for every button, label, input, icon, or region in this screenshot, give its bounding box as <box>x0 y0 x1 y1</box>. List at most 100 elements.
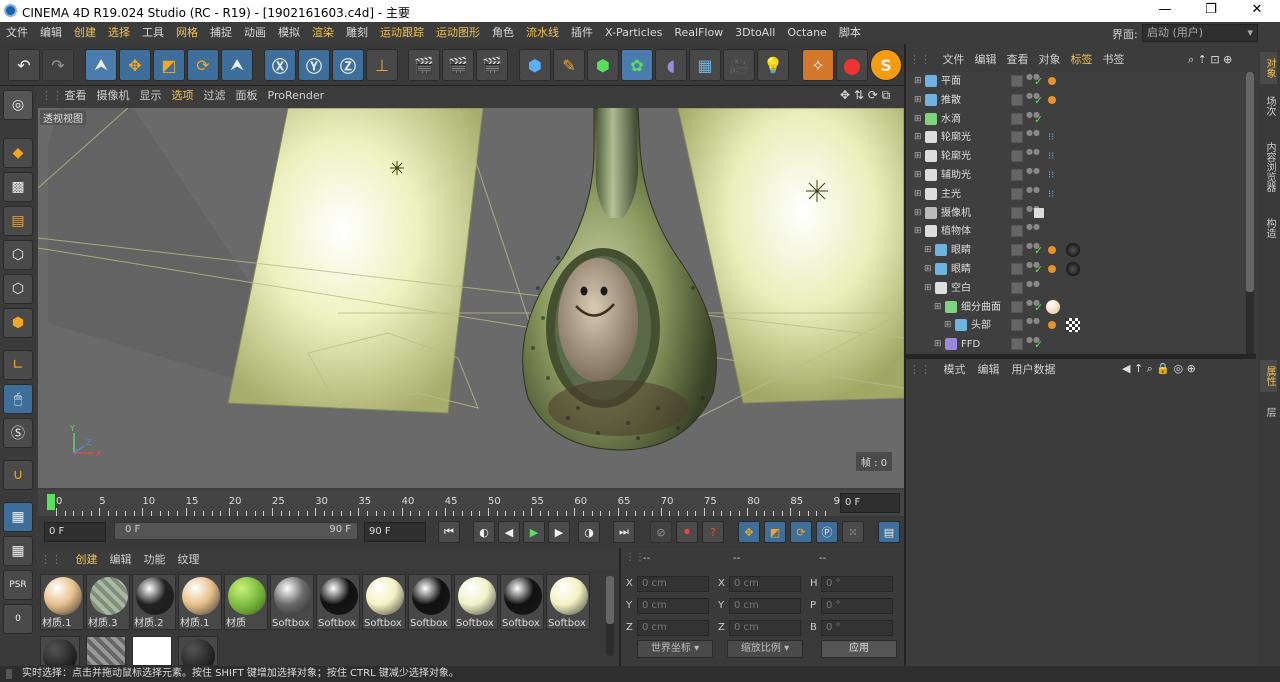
realflow-button[interactable]: ⬤ <box>836 49 868 81</box>
viewport-nav-icons[interactable]: ✥ ⇅ ⟳ ⧉ <box>840 88 890 103</box>
layer-swatch[interactable] <box>1011 131 1023 144</box>
object-row[interactable]: ⊞ 水滴 ●● ✓ <box>906 110 1246 129</box>
material-swatch[interactable]: Softbox <box>546 574 590 630</box>
material-swatch[interactable]: Softbox <box>454 574 498 630</box>
go-to-end-button[interactable]: ⏭ <box>613 521 635 543</box>
material-swatch[interactable]: 材质.3 <box>86 574 130 630</box>
tag-icon[interactable] <box>1048 95 1056 104</box>
material-menu-item[interactable]: 功能 <box>138 550 172 570</box>
material-swatch-row2-3[interactable] <box>132 636 172 666</box>
menu-item[interactable]: 网格 <box>170 22 204 44</box>
menu-item[interactable]: 捕捉 <box>204 22 238 44</box>
object-row[interactable]: ⊞ 摄像机 ●● <box>906 204 1246 223</box>
tag-icon[interactable] <box>1048 246 1056 255</box>
xparticles-button[interactable]: ✧ <box>802 49 834 81</box>
light-tag-icon[interactable]: ⁝⁝ <box>1048 128 1054 147</box>
parameter-key-button[interactable]: Ⓟ <box>816 521 838 543</box>
next-frame-button[interactable]: ▶ <box>548 521 570 543</box>
material-swatch[interactable]: 材质.1 <box>178 574 222 630</box>
object-row[interactable]: ⊞ 头部 ●● <box>906 316 1246 335</box>
right-tab[interactable]: 内容浏览器 <box>1260 128 1277 206</box>
enabled-check-icon[interactable]: ✓ <box>1034 72 1043 91</box>
expand-icon[interactable]: ⊞ <box>924 241 932 260</box>
object-menu-item[interactable]: 查看 <box>1002 50 1034 70</box>
octane-s-button[interactable]: S <box>870 49 902 81</box>
workplane-lock-button[interactable]: ▦ <box>3 502 33 532</box>
visibility-dots[interactable]: ●● <box>1026 317 1040 325</box>
viewport-menu-item[interactable]: 过滤 <box>199 86 231 106</box>
menu-item[interactable]: 文件 <box>0 22 34 44</box>
start-frame-field[interactable]: 0 F <box>44 522 106 542</box>
expand-icon[interactable]: ⊞ <box>914 185 922 204</box>
minimize-button[interactable]: — <box>1142 0 1188 22</box>
object-list-scrollbar[interactable] <box>1246 72 1254 354</box>
enabled-check-icon[interactable]: ✓ <box>1034 110 1043 129</box>
layer-swatch[interactable] <box>1011 244 1023 257</box>
layout-dropdown[interactable]: 启动 (用户) ▾ <box>1142 24 1258 42</box>
visibility-dots[interactable]: ●● <box>1026 298 1040 307</box>
layer-swatch[interactable] <box>1011 187 1023 200</box>
material-swatch[interactable]: 材质.1 <box>40 574 84 630</box>
right-tab[interactable]: 对象 <box>1260 52 1277 84</box>
camera-button[interactable]: 🎥 <box>723 49 755 81</box>
pen-button[interactable]: ✎ <box>553 49 585 81</box>
visibility-dots[interactable]: ●● <box>1026 279 1040 288</box>
rotation-key-button[interactable]: ⟳ <box>790 521 812 543</box>
enabled-check-icon[interactable]: ✓ <box>1034 241 1043 260</box>
visibility-dots[interactable]: ●● <box>1026 185 1040 194</box>
object-row[interactable]: ⊞ 轮廓光 ●● ⁝⁝ <box>906 128 1246 147</box>
visibility-dots[interactable]: ●● <box>1026 223 1040 231</box>
object-menu-item[interactable]: 对象 <box>1034 50 1066 70</box>
object-manager-tools[interactable]: ⌕ ⇡ ⊡ ⊕ <box>1188 53 1232 67</box>
psr-button[interactable]: PSR <box>3 570 33 600</box>
rotation-field[interactable]: 0 ° <box>821 620 893 636</box>
enabled-check-icon[interactable]: ✓ <box>1034 298 1043 317</box>
object-menu-item[interactable]: 书签 <box>1098 50 1130 70</box>
layer-swatch[interactable] <box>1011 263 1023 275</box>
expand-icon[interactable]: ⊞ <box>914 91 922 110</box>
cloner-button[interactable]: ✿ <box>621 49 653 81</box>
position-key-button[interactable]: ✥ <box>738 521 760 543</box>
object-row[interactable]: ⊞ 植物体 ●● <box>906 222 1246 241</box>
menu-item[interactable]: RealFlow <box>668 22 729 44</box>
attribute-menu-item[interactable]: 模式 <box>938 360 972 380</box>
record-keys-button[interactable]: ⊘ <box>650 521 672 543</box>
layer-swatch[interactable] <box>1011 169 1023 181</box>
object-menu-item[interactable]: 编辑 <box>970 50 1002 70</box>
menu-item[interactable]: 工具 <box>136 22 170 44</box>
rotation-field[interactable]: 0 ° <box>821 598 893 614</box>
previous-frame-button[interactable]: ◀ <box>498 521 520 543</box>
expand-icon[interactable]: ⊞ <box>914 222 922 241</box>
previous-key-button[interactable]: ◐ <box>473 521 495 543</box>
material-swatch[interactable]: Softbox <box>362 574 406 630</box>
polygons-mode-button[interactable]: ⬢ <box>3 308 33 338</box>
expand-icon[interactable]: ⊞ <box>934 298 942 317</box>
expand-icon[interactable]: ⊞ <box>914 128 922 147</box>
visibility-dots[interactable]: ●● <box>1026 73 1040 81</box>
right-tab[interactable]: 构造 <box>1260 210 1277 246</box>
layer-swatch[interactable] <box>1011 319 1023 332</box>
rotate-tool-button[interactable]: ⟳ <box>187 49 219 81</box>
timeline-window-button[interactable]: ▤ <box>878 521 900 543</box>
size-field[interactable]: 0 cm <box>729 576 801 592</box>
magnet-button[interactable]: ∪ <box>3 460 33 490</box>
render-settings-button[interactable]: 🎬 <box>476 49 508 81</box>
subdivision-surface-button[interactable]: ⬢ <box>587 49 619 81</box>
expand-icon[interactable]: ⊞ <box>914 204 922 223</box>
model-mode-button[interactable]: ◆ <box>3 138 33 168</box>
menu-item[interactable]: X-Particles <box>599 22 668 44</box>
menu-item[interactable]: 角色 <box>486 22 520 44</box>
menu-item[interactable]: 流水线 <box>520 22 565 44</box>
viewport-menu-item[interactable]: 面板 <box>231 86 263 106</box>
right-tab[interactable]: 属性 <box>1260 360 1277 392</box>
menu-item[interactable]: 脚本 <box>833 22 867 44</box>
viewport-menu-item[interactable]: 摄像机 <box>92 86 135 106</box>
layer-swatch[interactable] <box>1011 338 1023 351</box>
material-swatch[interactable]: Softbox <box>408 574 452 630</box>
menu-item[interactable]: 动画 <box>238 22 272 44</box>
material-tag-icon[interactable] <box>1066 243 1080 258</box>
position-field[interactable]: 0 cm <box>637 620 709 636</box>
object-menu-item[interactable]: 标签 <box>1066 50 1098 70</box>
render-picture-viewer-button[interactable]: 🎬 <box>442 49 474 81</box>
workplane-mode-button[interactable]: ▤ <box>3 206 33 236</box>
